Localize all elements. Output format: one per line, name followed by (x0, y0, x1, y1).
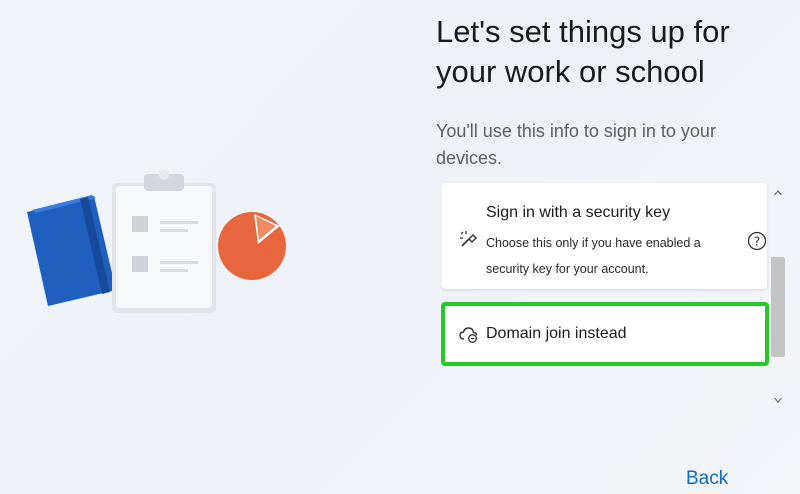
cloud-domain-icon (459, 327, 478, 343)
scroll-down-icon[interactable] (773, 395, 783, 405)
security-key-option-description: Choose this only if you have enabled a s… (486, 236, 701, 276)
domain-join-option-title: Domain join instead (486, 325, 627, 342)
security-key-icon (460, 231, 477, 247)
pie-chart-icon (218, 212, 286, 280)
clipboard-icon (112, 170, 216, 313)
page-subtitle: You'll use this info to sign in to your … (436, 121, 716, 168)
security-key-option-title: Sign in with a security key (486, 204, 671, 221)
scroll-up-icon[interactable] (773, 188, 783, 198)
scroll-thumb[interactable] (771, 257, 785, 357)
domain-join-option[interactable]: Domain join instead (442, 306, 767, 362)
notebook-icon (27, 195, 116, 306)
help-icon[interactable]: ? (747, 231, 767, 251)
security-key-option[interactable]: Sign in with a security key Choose this … (442, 183, 767, 289)
sign-in-options-list: Sign in with a security key Choose this … (442, 183, 787, 411)
options-scrollbar[interactable] (768, 183, 788, 411)
back-button[interactable]: Back (686, 468, 728, 490)
svg-text:?: ? (754, 235, 760, 249)
setup-illustration (27, 170, 286, 313)
page-title: Let's set things up for your work or sch… (436, 14, 730, 89)
